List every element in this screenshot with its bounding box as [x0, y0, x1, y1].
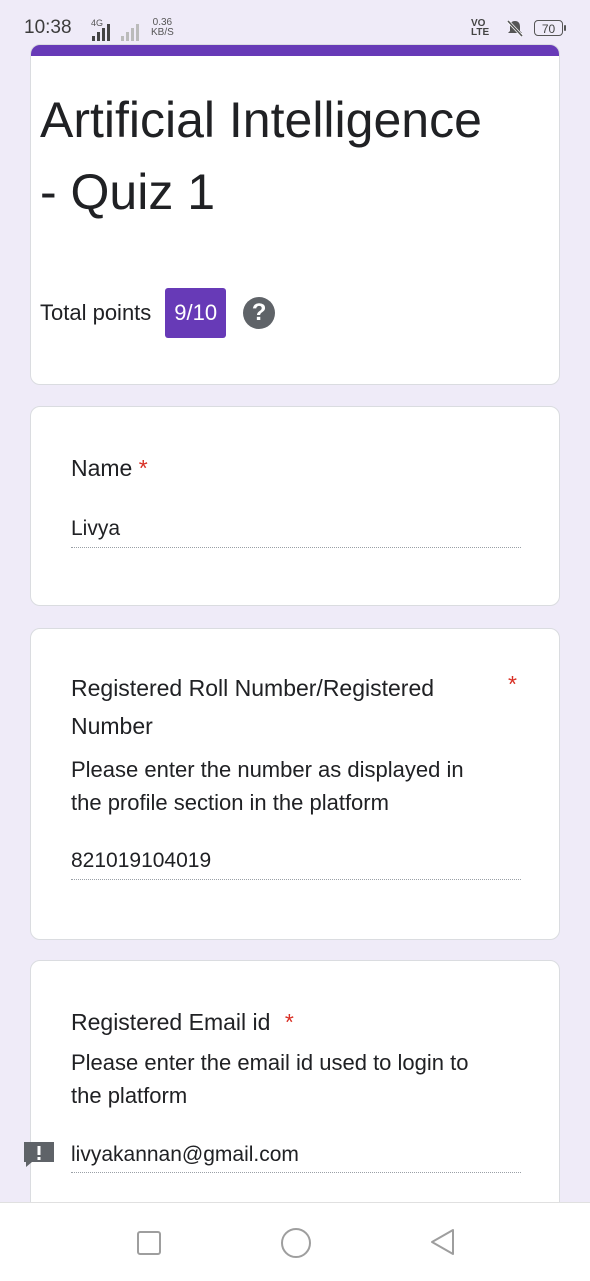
- answer-text: livyakannan@gmail.com: [71, 1143, 299, 1166]
- circle-icon[interactable]: [281, 1228, 311, 1258]
- volte-icon: VO LTE: [471, 18, 490, 38]
- answer-text: Livya: [71, 517, 121, 540]
- mute-icon: [506, 19, 524, 38]
- system-nav-bar: [0, 1202, 590, 1281]
- total-points-row: Total points 9/10 ?: [40, 288, 276, 338]
- total-points-label: Total points: [40, 300, 152, 325]
- form-title: Artificial Intelligence - Quiz 1: [40, 92, 482, 220]
- answer-underline: [71, 1172, 521, 1173]
- question-card-name: Name * Livya: [30, 406, 560, 606]
- question-card-email: Registered Email id * Please enter the e…: [30, 960, 560, 1220]
- answer-underline: [71, 547, 521, 548]
- signal-2-icon: [121, 21, 139, 41]
- data-speed: 0.36 KB/S: [151, 17, 174, 38]
- question-title: Name *: [71, 455, 148, 481]
- question-title: Registered Roll Number/Registered Number: [71, 675, 435, 739]
- battery-icon: 70: [534, 20, 566, 36]
- question-title: Registered Email id *: [71, 1009, 294, 1035]
- status-time: 10:38: [24, 17, 72, 38]
- question-icon[interactable]: ?: [243, 297, 276, 329]
- required-asterisk: *: [138, 455, 148, 481]
- score-badge: 9/10: [165, 288, 227, 338]
- question-help-text: Please enter the number as displayed in …: [71, 757, 464, 815]
- accent-bar: [31, 45, 559, 56]
- answer-underline: [71, 879, 521, 880]
- required-asterisk: *: [284, 1009, 294, 1035]
- signal-icon: [92, 21, 110, 41]
- question-card-roll-number: Registered Roll Number/Registered Number…: [30, 628, 560, 940]
- required-asterisk: *: [508, 671, 517, 697]
- exclamation-icon[interactable]: [22, 1140, 56, 1168]
- triangle-back-icon[interactable]: [428, 1227, 458, 1257]
- question-help-text: Please enter the email id used to login …: [71, 1050, 469, 1108]
- answer-text: 821019104019: [71, 849, 212, 872]
- square-icon[interactable]: [137, 1231, 161, 1255]
